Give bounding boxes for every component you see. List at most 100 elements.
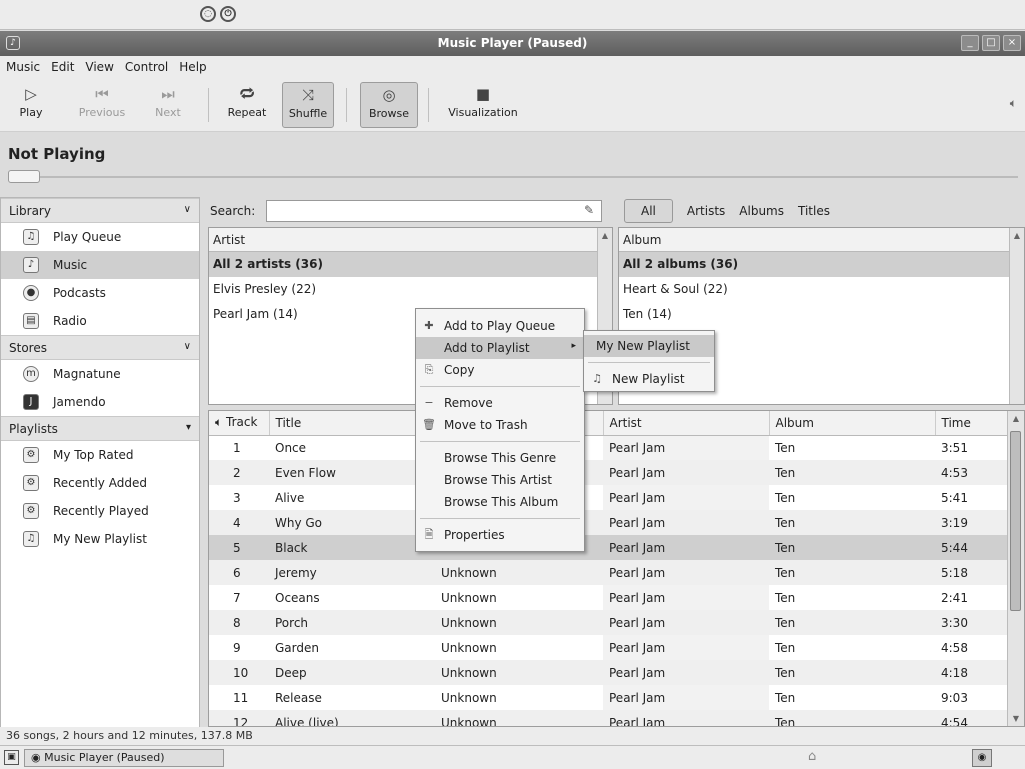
table-row[interactable]: 8 Porch Unknown Pearl Jam Ten 3:30 bbox=[209, 610, 1007, 635]
next-button[interactable]: ⏭ Next bbox=[150, 82, 186, 128]
column-header-album[interactable]: Album bbox=[769, 411, 936, 436]
table-row[interactable]: 7 Oceans Unknown Pearl Jam Ten 2:41 bbox=[209, 585, 1007, 610]
sidebar-header-stores[interactable]: Stores ∨ bbox=[1, 335, 199, 360]
sidebar-item-play-queue[interactable]: ♫ Play Queue bbox=[1, 223, 199, 251]
menu-item-properties[interactable]: 🗎︎ Properties bbox=[416, 524, 584, 546]
table-row[interactable]: 1 Once Pearl Jam Ten 3:51 bbox=[209, 435, 1007, 460]
close-button[interactable]: × bbox=[1003, 35, 1021, 51]
menu-item-add-to-playlist[interactable]: Add to Playlist ▸ bbox=[416, 337, 584, 359]
properties-icon: 🗎︎ bbox=[424, 528, 434, 541]
menu-item-browse-album[interactable]: Browse This Album bbox=[416, 491, 584, 513]
list-item[interactable]: All 2 artists (36) bbox=[209, 252, 612, 277]
menu-item-copy[interactable]: ⎘ Copy bbox=[416, 359, 584, 381]
filter-albums-button[interactable]: Albums bbox=[739, 204, 784, 218]
show-desktop-icon[interactable]: ▣ bbox=[4, 750, 19, 765]
filter-all-button[interactable]: All bbox=[624, 199, 673, 223]
clear-icon[interactable]: ✎ bbox=[584, 203, 594, 217]
sidebar-item-radio[interactable]: ▤ Radio bbox=[1, 307, 199, 335]
filter-titles-button[interactable]: Titles bbox=[798, 204, 830, 218]
table-row[interactable]: 9 Garden Unknown Pearl Jam Ten 4:58 bbox=[209, 635, 1007, 660]
menu-item-remove[interactable]: − Remove bbox=[416, 392, 584, 414]
column-header-track[interactable]: 🔈︎ Track bbox=[209, 411, 270, 436]
add-icon: ✚ bbox=[424, 319, 434, 332]
scroll-down-icon[interactable]: ▼ bbox=[1008, 711, 1024, 726]
browse-button[interactable]: ◎ Browse bbox=[360, 82, 418, 128]
sidebar-item-recently-added[interactable]: ⚙ Recently Added bbox=[1, 469, 199, 497]
smart-playlist-icon: ⚙ bbox=[23, 447, 39, 463]
volume-icon[interactable]: 🔈︎ bbox=[1010, 96, 1017, 111]
album-pane-header[interactable]: Album bbox=[619, 228, 1024, 252]
network-icon[interactable]: ◌ bbox=[200, 6, 216, 22]
table-row[interactable]: 11 Release Unknown Pearl Jam Ten 9:03 bbox=[209, 685, 1007, 710]
table-row[interactable]: 5 Black Pearl Jam Ten 5:44 bbox=[209, 535, 1007, 560]
scroll-up-icon[interactable]: ▲ bbox=[1008, 411, 1024, 426]
album-pane-scrollbar[interactable]: ▲ bbox=[1009, 228, 1024, 404]
column-header-title[interactable]: Title bbox=[269, 411, 436, 436]
chevron-down-icon: ▾ bbox=[185, 422, 191, 433]
table-row[interactable]: 4 Why Go Pearl Jam Ten 3:19 bbox=[209, 510, 1007, 535]
scroll-up-icon[interactable]: ▲ bbox=[598, 228, 612, 243]
table-row[interactable]: 10 Deep Unknown Pearl Jam Ten 4:18 bbox=[209, 660, 1007, 685]
sidebar-item-recently-played[interactable]: ⚙ Recently Played bbox=[1, 497, 199, 525]
workspace-switcher-icon[interactable]: ◉ bbox=[972, 749, 992, 767]
sidebar-item-magnatune[interactable]: m Magnatune bbox=[1, 360, 199, 388]
table-row[interactable]: 2 Even Flow Pearl Jam Ten 4:53 bbox=[209, 460, 1007, 485]
sidebar-item-music[interactable]: ♪ Music bbox=[1, 251, 199, 279]
filter-artists-button[interactable]: Artists bbox=[687, 204, 725, 218]
menu-item-add-to-play-queue[interactable]: ✚ Add to Play Queue bbox=[416, 315, 584, 337]
bottom-panel: ▣ ◉ Music Player (Paused) ⌂ ◉ bbox=[0, 745, 1025, 769]
toolbar-separator bbox=[346, 88, 347, 122]
status-bar: 36 songs, 2 hours and 12 minutes, 137.8 … bbox=[0, 727, 1025, 745]
submenu-arrow-icon: ▸ bbox=[571, 341, 576, 351]
chevron-down-icon: ∨ bbox=[183, 204, 191, 215]
table-row[interactable]: 3 Alive Pearl Jam Ten 5:41 bbox=[209, 485, 1007, 510]
search-row: Search: ✎ bbox=[208, 198, 608, 224]
list-item[interactable]: Ten (14) bbox=[619, 302, 1024, 327]
power-icon[interactable]: ⏻ bbox=[220, 6, 236, 22]
menu-help[interactable]: Help bbox=[179, 56, 213, 78]
sidebar-item-my-top-rated[interactable]: ⚙ My Top Rated bbox=[1, 441, 199, 469]
maximize-button[interactable]: □ bbox=[982, 35, 1000, 51]
sidebar-header-library[interactable]: Library ∨ bbox=[1, 198, 199, 223]
visualization-button[interactable]: ■ Visualization bbox=[440, 82, 526, 128]
menu-item-browse-artist[interactable]: Browse This Artist bbox=[416, 469, 584, 491]
menu-item-move-to-trash[interactable]: 🗑︎ Move to Trash bbox=[416, 414, 584, 436]
list-item[interactable]: All 2 albums (36) bbox=[619, 252, 1024, 277]
menu-view[interactable]: View bbox=[85, 56, 120, 78]
sidebar-item-my-new-playlist[interactable]: ♫ My New Playlist bbox=[1, 525, 199, 553]
sidebar-item-podcasts[interactable]: ● Podcasts bbox=[1, 279, 199, 307]
table-row[interactable]: 6 Jeremy Unknown Pearl Jam Ten 5:18 bbox=[209, 560, 1007, 585]
list-item[interactable]: Heart & Soul (22) bbox=[619, 277, 1024, 302]
search-input[interactable] bbox=[266, 200, 602, 222]
shuffle-button[interactable]: ⤨ Shuffle bbox=[282, 82, 334, 128]
table-row[interactable]: 12 Alive (live) Unknown Pearl Jam Ten 4:54 bbox=[209, 710, 1007, 726]
sidebar-header-playlists[interactable]: Playlists ▾ bbox=[1, 416, 199, 441]
track-list: 🔈︎ Track Title Artist Album Time 1 Once Pe… bbox=[208, 410, 1025, 727]
play-button[interactable]: ▷ Play bbox=[14, 82, 48, 128]
seek-thumb[interactable] bbox=[8, 170, 40, 183]
menu-item-browse-genre[interactable]: Browse This Genre bbox=[416, 447, 584, 469]
scroll-up-icon[interactable]: ▲ bbox=[1010, 228, 1024, 243]
trash-icon[interactable]: ⌂ bbox=[808, 749, 816, 764]
menu-edit[interactable]: Edit bbox=[51, 56, 81, 78]
list-item[interactable]: Elvis Presley (22) bbox=[209, 277, 612, 302]
column-header-artist[interactable]: Artist bbox=[603, 411, 770, 436]
taskbar-button-music-player[interactable]: ◉ Music Player (Paused) bbox=[24, 749, 224, 767]
sidebar: Library ∨ ♫ Play Queue ♪ Music ● Podcast… bbox=[0, 197, 200, 729]
repeat-button[interactable]: 🔁︎ Repeat bbox=[222, 82, 272, 128]
menu-item-my-new-playlist[interactable]: My New Playlist bbox=[584, 335, 714, 357]
seek-bar[interactable] bbox=[8, 176, 1018, 178]
column-header-time[interactable]: Time bbox=[935, 411, 1008, 436]
scroll-thumb[interactable] bbox=[1010, 431, 1021, 611]
menu-item-new-playlist[interactable]: ♫ New Playlist bbox=[584, 368, 714, 390]
previous-button[interactable]: ⏮ Previous bbox=[72, 82, 132, 128]
track-list-scrollbar[interactable]: ▲ ▼ bbox=[1007, 411, 1024, 726]
minimize-button[interactable]: _ bbox=[961, 35, 979, 51]
sidebar-item-jamendo[interactable]: J Jamendo bbox=[1, 388, 199, 416]
menu-music[interactable]: Music bbox=[6, 56, 47, 78]
menu-control[interactable]: Control bbox=[125, 56, 175, 78]
smart-playlist-icon: ⚙ bbox=[23, 503, 39, 519]
artist-pane-header[interactable]: Artist bbox=[209, 228, 612, 252]
filter-row: All Artists Albums Titles bbox=[624, 198, 844, 224]
window-titlebar[interactable]: ♪ Music Player (Paused) _ □ × bbox=[0, 31, 1025, 56]
